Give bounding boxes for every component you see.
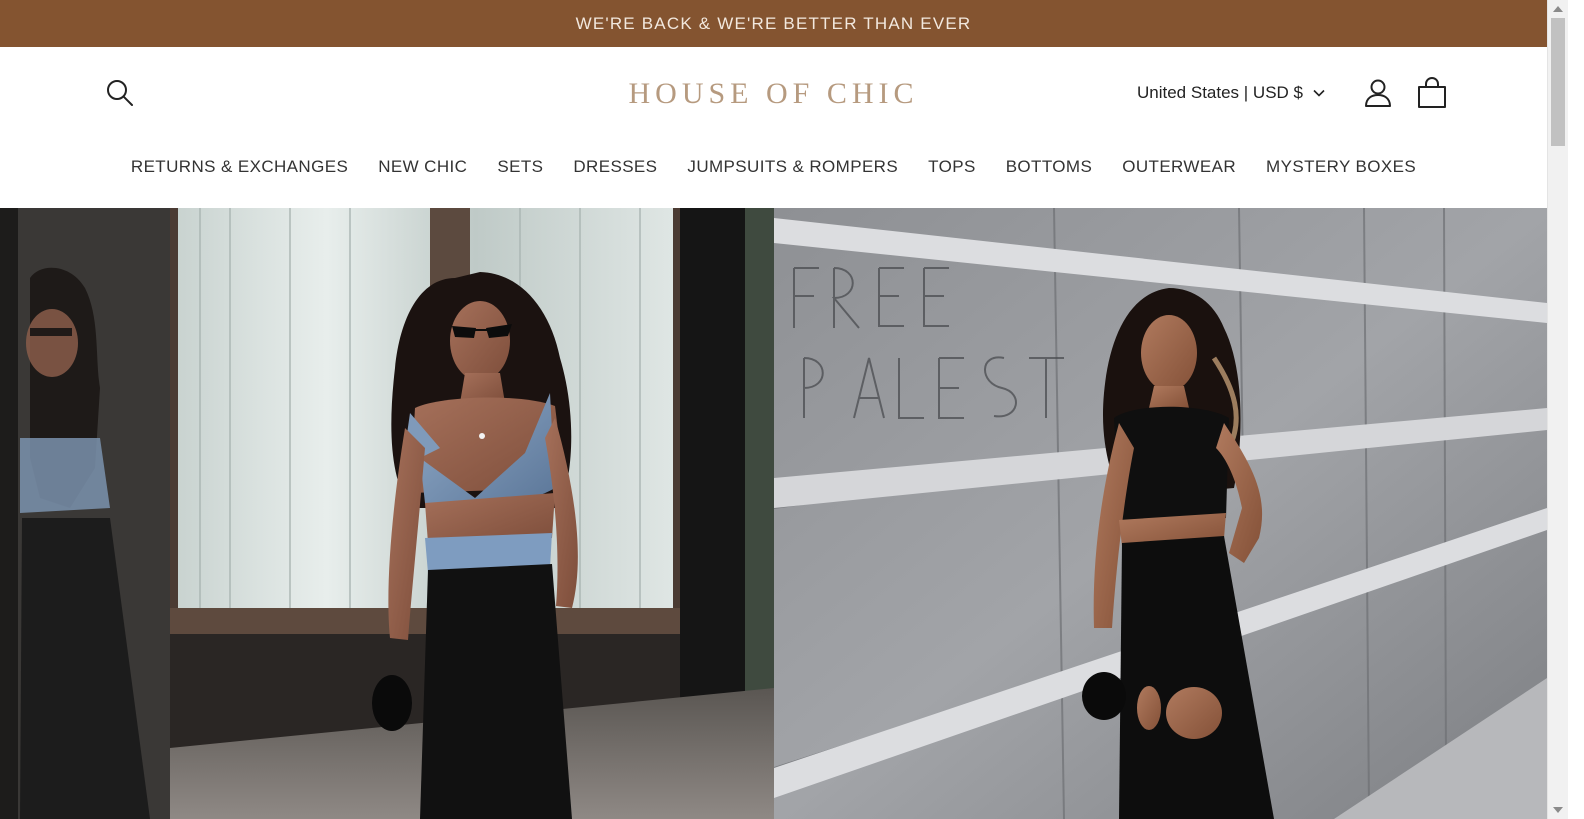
scroll-thumb[interactable] bbox=[1551, 18, 1565, 146]
account-icon bbox=[1365, 79, 1391, 107]
model-black-jumpsuit-photo bbox=[774, 208, 1547, 819]
scroll-down-arrow-icon[interactable] bbox=[1553, 807, 1563, 813]
scroll-up-arrow-icon[interactable] bbox=[1553, 6, 1563, 12]
hero-banner[interactable] bbox=[0, 208, 1547, 819]
nav-item-new-chic[interactable]: NEW CHIC bbox=[363, 155, 482, 179]
account-button[interactable] bbox=[1362, 77, 1394, 109]
country-currency-label: United States | USD $ bbox=[1137, 83, 1303, 102]
cart-button[interactable] bbox=[1416, 76, 1448, 110]
chevron-down-icon bbox=[1313, 89, 1325, 97]
announcement-bar: WE'RE BACK & WE'RE BETTER THAN EVER bbox=[0, 0, 1547, 47]
site-header: HOUSE OF CHIC United States | USD $ RETU… bbox=[0, 47, 1547, 208]
nav-item-outerwear[interactable]: OUTERWEAR bbox=[1107, 155, 1251, 179]
main-navigation: RETURNS & EXCHANGES NEW CHIC SETS DRESSE… bbox=[0, 155, 1547, 179]
hero-image-right[interactable] bbox=[774, 208, 1547, 819]
nav-item-bottoms[interactable]: BOTTOMS bbox=[991, 155, 1108, 179]
announcement-text: WE'RE BACK & WE'RE BETTER THAN EVER bbox=[575, 13, 972, 33]
hero-image-left[interactable] bbox=[0, 208, 774, 819]
logo-text: HOUSE OF CHIC bbox=[628, 77, 919, 110]
nav-item-sets[interactable]: SETS bbox=[482, 155, 558, 179]
page-scrollbar[interactable] bbox=[1547, 0, 1568, 819]
nav-item-jumpsuits-rompers[interactable]: JUMPSUITS & ROMPERS bbox=[672, 155, 913, 179]
country-currency-selector[interactable]: United States | USD $ bbox=[1137, 81, 1325, 105]
nav-item-tops[interactable]: TOPS bbox=[913, 155, 991, 179]
nav-item-dresses[interactable]: DRESSES bbox=[558, 155, 672, 179]
cart-icon bbox=[1418, 76, 1446, 108]
nav-item-returns-exchanges[interactable]: RETURNS & EXCHANGES bbox=[116, 155, 363, 179]
nav-item-mystery-boxes[interactable]: MYSTERY BOXES bbox=[1251, 155, 1431, 179]
model-denim-outfit-photo bbox=[0, 208, 774, 819]
